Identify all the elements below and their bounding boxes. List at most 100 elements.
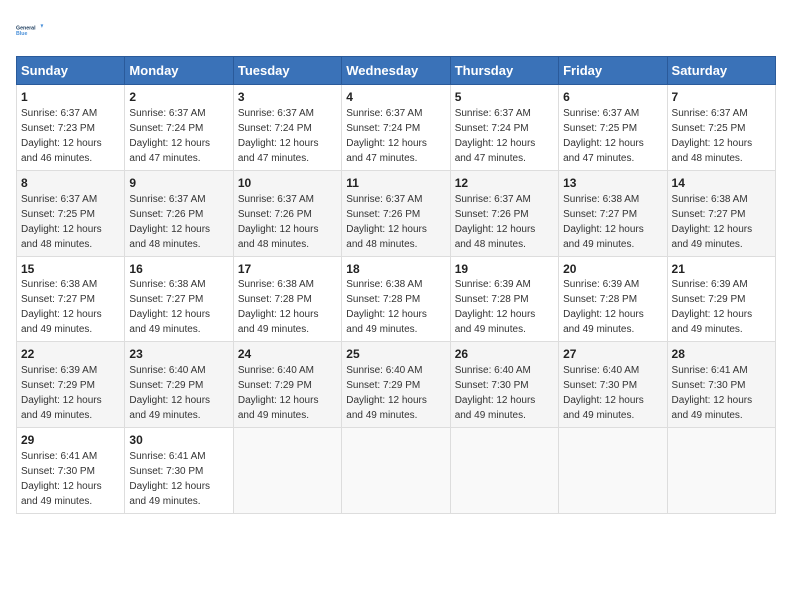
day-number: 3 bbox=[238, 89, 337, 106]
day-number: 8 bbox=[21, 175, 120, 192]
calendar-body: 1 Sunrise: 6:37 AMSunset: 7:23 PMDaylight… bbox=[17, 85, 776, 514]
day-cell: 9 Sunrise: 6:37 AMSunset: 7:26 PMDaylight… bbox=[125, 170, 233, 256]
day-number: 25 bbox=[346, 346, 445, 363]
day-number: 23 bbox=[129, 346, 228, 363]
day-cell: 20Sunrise: 6:39 AMSunset: 7:28 PMDayligh… bbox=[559, 256, 667, 342]
header-row: SundayMondayTuesdayWednesdayThursdayFrid… bbox=[17, 57, 776, 85]
day-info: Sunrise: 6:41 AMSunset: 7:30 PMDaylight:… bbox=[672, 365, 753, 421]
day-cell: 10 Sunrise: 6:37 AMSunset: 7:26 PMDayligh… bbox=[233, 170, 341, 256]
day-number: 15 bbox=[21, 261, 120, 278]
day-cell: 27Sunrise: 6:40 AMSunset: 7:30 PMDayligh… bbox=[559, 342, 667, 428]
day-cell: 13Sunrise: 6:38 AMSunset: 7:27 PMDayligh… bbox=[559, 170, 667, 256]
day-cell bbox=[233, 428, 341, 514]
week-row-3: 15Sunrise: 6:38 AMSunset: 7:27 PMDayligh… bbox=[17, 256, 776, 342]
day-number: 7 bbox=[672, 89, 771, 106]
day-info: Sunrise: 6:39 AMSunset: 7:29 PMDaylight:… bbox=[21, 365, 102, 421]
week-row-4: 22Sunrise: 6:39 AMSunset: 7:29 PMDayligh… bbox=[17, 342, 776, 428]
header-cell-saturday: Saturday bbox=[667, 57, 775, 85]
day-cell bbox=[667, 428, 775, 514]
day-info: Sunrise: 6:37 AMSunset: 7:26 PMDaylight:… bbox=[238, 194, 319, 250]
day-cell: 3 Sunrise: 6:37 AMSunset: 7:24 PMDaylight… bbox=[233, 85, 341, 171]
week-row-1: 1 Sunrise: 6:37 AMSunset: 7:23 PMDaylight… bbox=[17, 85, 776, 171]
day-number: 18 bbox=[346, 261, 445, 278]
day-number: 13 bbox=[563, 175, 662, 192]
header-cell-wednesday: Wednesday bbox=[342, 57, 450, 85]
svg-text:General: General bbox=[16, 25, 36, 31]
day-cell: 19Sunrise: 6:39 AMSunset: 7:28 PMDayligh… bbox=[450, 256, 558, 342]
day-number: 12 bbox=[455, 175, 554, 192]
day-number: 5 bbox=[455, 89, 554, 106]
week-row-2: 8Sunrise: 6:37 AMSunset: 7:25 PMDaylight… bbox=[17, 170, 776, 256]
header-cell-friday: Friday bbox=[559, 57, 667, 85]
day-cell: 11Sunrise: 6:37 AMSunset: 7:26 PMDayligh… bbox=[342, 170, 450, 256]
day-cell bbox=[559, 428, 667, 514]
day-number: 28 bbox=[672, 346, 771, 363]
day-number: 21 bbox=[672, 261, 771, 278]
day-number: 6 bbox=[563, 89, 662, 106]
day-cell: 25 Sunrise: 6:40 AMSunset: 7:29 PMDayligh… bbox=[342, 342, 450, 428]
header-cell-thursday: Thursday bbox=[450, 57, 558, 85]
day-cell: 7Sunrise: 6:37 AMSunset: 7:25 PMDaylight… bbox=[667, 85, 775, 171]
day-cell: 5 Sunrise: 6:37 AMSunset: 7:24 PMDaylight… bbox=[450, 85, 558, 171]
header-cell-tuesday: Tuesday bbox=[233, 57, 341, 85]
day-cell: 26 Sunrise: 6:40 AMSunset: 7:30 PMDayligh… bbox=[450, 342, 558, 428]
day-cell: 18Sunrise: 6:38 AMSunset: 7:28 PMDayligh… bbox=[342, 256, 450, 342]
day-cell: 2 Sunrise: 6:37 AMSunset: 7:24 PMDaylight… bbox=[125, 85, 233, 171]
day-number: 19 bbox=[455, 261, 554, 278]
day-info: Sunrise: 6:37 AMSunset: 7:24 PMDaylight:… bbox=[455, 108, 536, 164]
day-info: Sunrise: 6:40 AMSunset: 7:30 PMDaylight:… bbox=[563, 365, 644, 421]
week-row-5: 29 Sunrise: 6:41 AMSunset: 7:30 PMDayligh… bbox=[17, 428, 776, 514]
day-cell: 24 Sunrise: 6:40 AMSunset: 7:29 PMDayligh… bbox=[233, 342, 341, 428]
day-cell: 4 Sunrise: 6:37 AMSunset: 7:24 PMDaylight… bbox=[342, 85, 450, 171]
header-cell-sunday: Sunday bbox=[17, 57, 125, 85]
day-info: Sunrise: 6:38 AMSunset: 7:27 PMDaylight:… bbox=[129, 279, 210, 335]
day-number: 9 bbox=[129, 175, 228, 192]
calendar-header: SundayMondayTuesdayWednesdayThursdayFrid… bbox=[17, 57, 776, 85]
day-cell bbox=[450, 428, 558, 514]
day-info: Sunrise: 6:38 AMSunset: 7:28 PMDaylight:… bbox=[346, 279, 427, 335]
day-info: Sunrise: 6:39 AMSunset: 7:28 PMDaylight:… bbox=[563, 279, 644, 335]
day-cell: 8Sunrise: 6:37 AMSunset: 7:25 PMDaylight… bbox=[17, 170, 125, 256]
svg-text:Blue: Blue bbox=[16, 31, 27, 37]
day-info: Sunrise: 6:39 AMSunset: 7:28 PMDaylight:… bbox=[455, 279, 536, 335]
day-number: 10 bbox=[238, 175, 337, 192]
day-number: 2 bbox=[129, 89, 228, 106]
day-number: 20 bbox=[563, 261, 662, 278]
day-cell: 14 Sunrise: 6:38 AMSunset: 7:27 PMDayligh… bbox=[667, 170, 775, 256]
day-info: Sunrise: 6:37 AMSunset: 7:26 PMDaylight:… bbox=[129, 194, 210, 250]
header-cell-monday: Monday bbox=[125, 57, 233, 85]
logo-icon: General Blue bbox=[16, 16, 44, 44]
day-cell: 23 Sunrise: 6:40 AMSunset: 7:29 PMDayligh… bbox=[125, 342, 233, 428]
day-cell: 6 Sunrise: 6:37 AMSunset: 7:25 PMDaylight… bbox=[559, 85, 667, 171]
calendar-table: SundayMondayTuesdayWednesdayThursdayFrid… bbox=[16, 56, 776, 514]
day-info: Sunrise: 6:37 AMSunset: 7:24 PMDaylight:… bbox=[238, 108, 319, 164]
day-cell: 16Sunrise: 6:38 AMSunset: 7:27 PMDayligh… bbox=[125, 256, 233, 342]
day-number: 29 bbox=[21, 432, 120, 449]
day-info: Sunrise: 6:40 AMSunset: 7:29 PMDaylight:… bbox=[238, 365, 319, 421]
day-info: Sunrise: 6:41 AMSunset: 7:30 PMDaylight:… bbox=[129, 451, 210, 507]
page-header: General Blue bbox=[16, 16, 776, 44]
day-cell: 30Sunrise: 6:41 AMSunset: 7:30 PMDayligh… bbox=[125, 428, 233, 514]
day-info: Sunrise: 6:40 AMSunset: 7:29 PMDaylight:… bbox=[346, 365, 427, 421]
day-number: 1 bbox=[21, 89, 120, 106]
day-cell: 28 Sunrise: 6:41 AMSunset: 7:30 PMDayligh… bbox=[667, 342, 775, 428]
day-info: Sunrise: 6:37 AMSunset: 7:24 PMDaylight:… bbox=[129, 108, 210, 164]
day-info: Sunrise: 6:40 AMSunset: 7:29 PMDaylight:… bbox=[129, 365, 210, 421]
day-info: Sunrise: 6:38 AMSunset: 7:27 PMDaylight:… bbox=[672, 194, 753, 250]
day-cell: 17Sunrise: 6:38 AMSunset: 7:28 PMDayligh… bbox=[233, 256, 341, 342]
logo: General Blue bbox=[16, 16, 44, 44]
day-info: Sunrise: 6:37 AMSunset: 7:26 PMDaylight:… bbox=[346, 194, 427, 250]
day-info: Sunrise: 6:37 AMSunset: 7:24 PMDaylight:… bbox=[346, 108, 427, 164]
day-number: 17 bbox=[238, 261, 337, 278]
day-info: Sunrise: 6:41 AMSunset: 7:30 PMDaylight:… bbox=[21, 451, 102, 507]
day-number: 4 bbox=[346, 89, 445, 106]
day-number: 14 bbox=[672, 175, 771, 192]
day-info: Sunrise: 6:38 AMSunset: 7:27 PMDaylight:… bbox=[21, 279, 102, 335]
day-number: 16 bbox=[129, 261, 228, 278]
day-info: Sunrise: 6:40 AMSunset: 7:30 PMDaylight:… bbox=[455, 365, 536, 421]
day-cell: 29 Sunrise: 6:41 AMSunset: 7:30 PMDayligh… bbox=[17, 428, 125, 514]
day-info: Sunrise: 6:37 AMSunset: 7:23 PMDaylight:… bbox=[21, 108, 102, 164]
day-number: 24 bbox=[238, 346, 337, 363]
day-info: Sunrise: 6:37 AMSunset: 7:25 PMDaylight:… bbox=[563, 108, 644, 164]
day-number: 26 bbox=[455, 346, 554, 363]
